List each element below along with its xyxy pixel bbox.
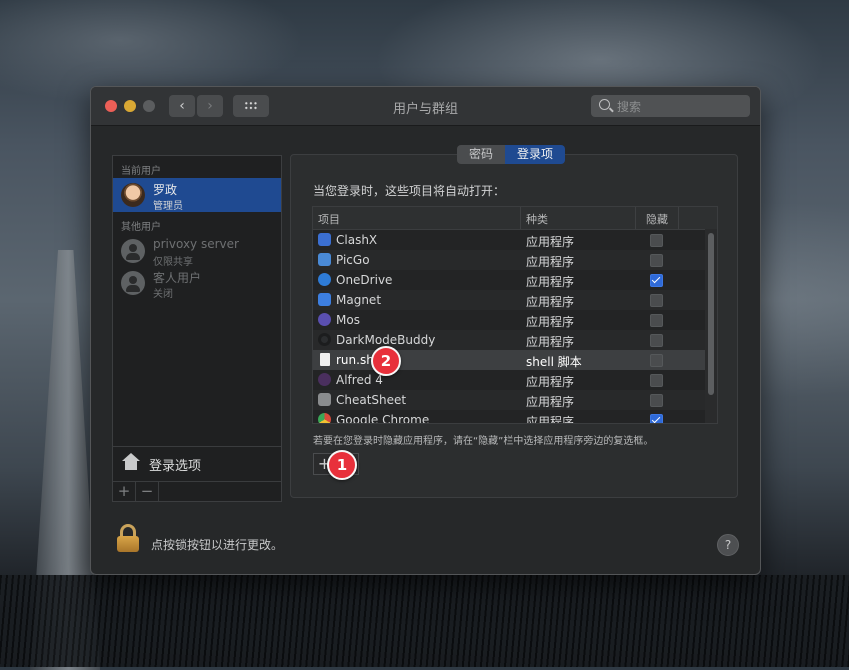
search-icon: [599, 99, 610, 110]
titlebar: ‹ › 用户与群组: [91, 87, 760, 126]
login-items-intro: 当您登录时，这些项目将自动打开：: [313, 184, 506, 198]
avatar: [121, 183, 145, 207]
clashx-icon: [318, 233, 331, 246]
user-role: 管理员: [153, 201, 183, 212]
table-row[interactable]: Magnet 应用程序: [313, 290, 705, 310]
item-name: OneDrive: [336, 273, 393, 287]
search-field[interactable]: [591, 95, 750, 117]
hide-checkbox[interactable]: [650, 294, 663, 307]
login-options-item[interactable]: 登录选项: [113, 446, 281, 479]
user-name: 罗政: [153, 183, 178, 197]
item-kind: 应用程序: [526, 255, 575, 269]
column-hidden[interactable]: 隐藏: [646, 211, 668, 227]
item-kind: 应用程序: [526, 415, 575, 424]
step-badge-2: 2: [371, 346, 401, 376]
item-name: DarkModeBuddy: [336, 333, 436, 347]
hide-checkbox[interactable]: [650, 254, 663, 267]
step-badge-1: 1: [327, 450, 357, 480]
tab-bar: 密码 登录项: [457, 145, 566, 164]
column-item[interactable]: 项目: [318, 211, 340, 227]
hide-checkbox[interactable]: [650, 394, 663, 407]
cheatsheet-icon: [318, 393, 331, 406]
tab-password[interactable]: 密码: [457, 145, 506, 164]
hide-checkbox[interactable]: [650, 314, 663, 327]
add-user-button[interactable]: +: [113, 482, 136, 501]
table-row[interactable]: Alfred 4 应用程序: [313, 370, 705, 390]
help-button[interactable]: ?: [717, 534, 739, 556]
darkmodebuddy-icon: [318, 333, 331, 346]
item-kind: 应用程序: [526, 295, 575, 309]
item-name: Mos: [336, 313, 360, 327]
item-name: PicGo: [336, 253, 370, 267]
table-row[interactable]: ClashX 应用程序: [313, 230, 705, 250]
vertical-scrollbar[interactable]: [705, 229, 717, 423]
magnet-icon: [318, 293, 331, 306]
item-name: run.sh: [336, 353, 374, 367]
item-kind: 应用程序: [526, 375, 575, 389]
user-guest[interactable]: 客人用户 关闭: [113, 266, 281, 300]
avatar: [121, 239, 145, 263]
tab-login-items[interactable]: 登录项: [505, 145, 566, 164]
onedrive-icon: [318, 273, 331, 286]
user-luozheng[interactable]: 罗政 管理员: [113, 178, 281, 212]
table-header: 项目 种类 隐藏: [313, 207, 717, 230]
picgo-icon: [318, 253, 331, 266]
hide-checkbox[interactable]: [650, 234, 663, 247]
item-name: CheatSheet: [336, 393, 407, 407]
users-groups-window: ‹ › 用户与群组 当前用户 罗政 管理员 其他用户 privoxy serve…: [90, 86, 761, 575]
hide-checkbox[interactable]: [650, 274, 663, 287]
table-row[interactable]: PicGo 应用程序: [313, 250, 705, 270]
table-row[interactable]: Google Chrome 应用程序: [313, 410, 705, 424]
table-row[interactable]: DarkModeBuddy 应用程序: [313, 330, 705, 350]
chrome-icon: [318, 413, 331, 423]
users-sidebar: 当前用户 罗政 管理员 其他用户 privoxy server 仅限共享 客人用…: [112, 155, 282, 502]
item-name: Google Chrome: [336, 413, 430, 424]
hide-hint: 若要在您登录时隐藏应用程序，请在“隐藏”栏中选择应用程序旁边的复选框。: [313, 436, 654, 447]
house-icon: [122, 453, 140, 471]
login-items-table: 项目 种类 隐藏 ClashX 应用程序 PicGo 应用程序 OneDrive…: [312, 206, 718, 424]
sidebar-footer: + −: [113, 481, 281, 502]
item-name: Alfred 4: [336, 373, 383, 387]
search-input[interactable]: [615, 97, 747, 117]
remove-user-button[interactable]: −: [136, 482, 159, 501]
column-kind[interactable]: 种类: [526, 211, 548, 227]
other-users-header: 其他用户: [121, 222, 161, 233]
avatar: [121, 271, 145, 295]
item-kind: 应用程序: [526, 275, 575, 289]
document-icon: [320, 353, 330, 366]
item-kind: 应用程序: [526, 395, 575, 409]
desktop-trees: [0, 575, 849, 667]
item-kind: 应用程序: [526, 335, 575, 349]
current-users-header: 当前用户: [121, 166, 161, 177]
item-kind: 应用程序: [526, 235, 575, 249]
item-name: Magnet: [336, 293, 382, 307]
hide-checkbox[interactable]: [650, 374, 663, 387]
lock-hint: 点按锁按钮以进行更改。: [151, 538, 284, 552]
table-row[interactable]: Mos 应用程序: [313, 310, 705, 330]
hide-checkbox[interactable]: [650, 334, 663, 347]
item-kind: 应用程序: [526, 315, 575, 329]
user-privoxy-server[interactable]: privoxy server 仅限共享: [113, 234, 281, 268]
scroll-thumb[interactable]: [708, 233, 714, 395]
hide-checkbox[interactable]: [650, 414, 663, 423]
table-row[interactable]: OneDrive 应用程序: [313, 270, 705, 290]
mos-icon: [318, 313, 331, 326]
user-name: 客人用户: [153, 271, 202, 285]
hide-checkbox[interactable]: [650, 354, 663, 367]
item-kind: shell 脚本: [526, 355, 582, 369]
lock-button[interactable]: [117, 524, 139, 552]
item-name: ClashX: [336, 233, 378, 247]
table-row[interactable]: CheatSheet 应用程序: [313, 390, 705, 410]
login-options-label: 登录选项: [149, 459, 202, 474]
user-name: privoxy server: [153, 237, 239, 251]
alfred-icon: [318, 373, 331, 386]
user-role: 关闭: [153, 289, 173, 300]
